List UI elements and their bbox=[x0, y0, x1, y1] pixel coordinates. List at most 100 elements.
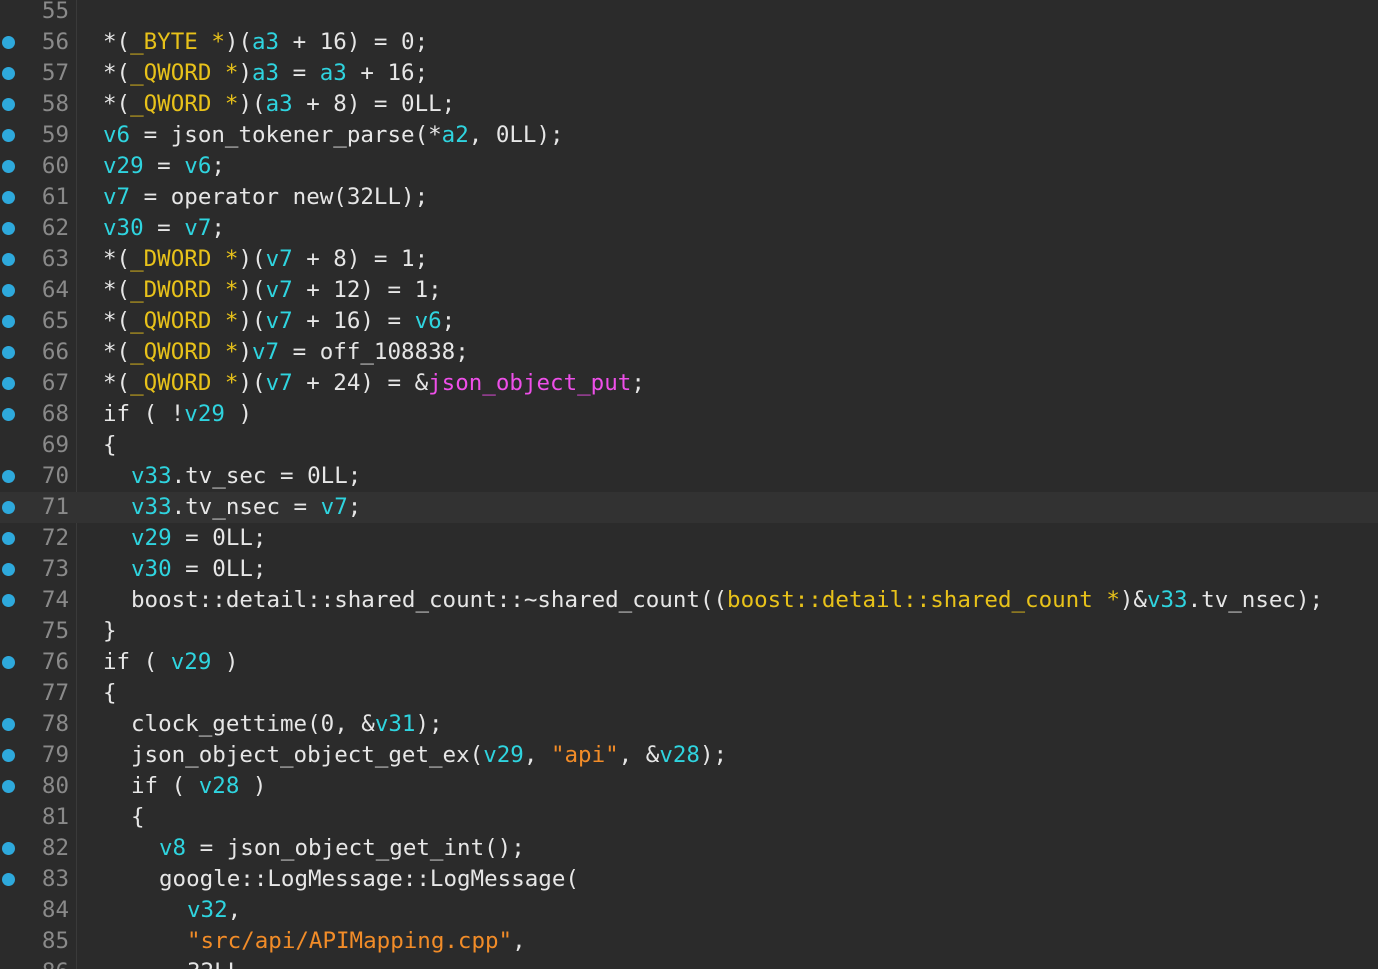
code-token: *( bbox=[103, 339, 131, 365]
code-line[interactable]: 80 if ( v28 ) bbox=[0, 771, 1378, 802]
code-line[interactable]: 70 v33.tv_sec = 0LL; bbox=[0, 461, 1378, 492]
breakpoint-dot-icon[interactable] bbox=[2, 842, 15, 855]
line-number: 62 bbox=[41, 215, 69, 241]
code-token: = bbox=[279, 60, 320, 86]
code-line[interactable]: 86 32LL, bbox=[0, 957, 1378, 969]
code-token: ) bbox=[224, 401, 253, 427]
code-token: , & bbox=[618, 742, 660, 768]
code-line[interactable]: 81 { bbox=[0, 802, 1378, 833]
code-token: ) bbox=[238, 339, 253, 365]
code-line[interactable]: 76 if ( v29 ) bbox=[0, 647, 1378, 678]
code-line[interactable]: 72 v29 = 0LL; bbox=[0, 523, 1378, 554]
code-token: { bbox=[131, 804, 145, 830]
code-line[interactable]: 55 bbox=[0, 0, 1378, 27]
code-line[interactable]: 75} bbox=[0, 616, 1378, 647]
code-token: .tv_nsec = bbox=[171, 494, 321, 520]
breakpoint-dot-icon[interactable] bbox=[2, 408, 15, 421]
line-number: 65 bbox=[41, 308, 69, 334]
breakpoint-dot-icon[interactable] bbox=[2, 718, 15, 731]
breakpoint-dot-icon[interactable] bbox=[2, 377, 15, 390]
breakpoint-dot-icon[interactable] bbox=[2, 98, 15, 111]
line-number: 57 bbox=[41, 60, 69, 86]
breakpoint-dot-icon[interactable] bbox=[2, 191, 15, 204]
code-line[interactable]: 65 *(_QWORD *)(v7 + 16) = v6; bbox=[0, 306, 1378, 337]
code-line[interactable]: 67 *(_QWORD *)(v7 + 24) = &json_object_pu… bbox=[0, 368, 1378, 399]
code-line[interactable]: 62 v30 = v7; bbox=[0, 213, 1378, 244]
code-token: "src/api/APIMapping.cpp" bbox=[187, 928, 513, 954]
breakpoint-dot-icon[interactable] bbox=[2, 67, 15, 80]
code-line[interactable]: 63 *(_DWORD *)(v7 + 8) = 1; bbox=[0, 244, 1378, 275]
code-line[interactable]: 64 *(_DWORD *)(v7 + 12) = 1; bbox=[0, 275, 1378, 306]
code-token: v33 bbox=[131, 494, 172, 520]
code-line[interactable]: 78 clock_gettime(0, &v31); bbox=[0, 709, 1378, 740]
code-token: v8 bbox=[159, 835, 187, 861]
code-token: clock_gettime(0, & bbox=[131, 711, 375, 737]
code-line[interactable]: 60 v29 = v6; bbox=[0, 151, 1378, 182]
code-line[interactable]: 58 *(_QWORD *)(a3 + 8) = 0LL; bbox=[0, 89, 1378, 120]
code-line[interactable]: 82 v8 = json_object_get_int(); bbox=[0, 833, 1378, 864]
code-token: v7 bbox=[320, 494, 348, 520]
code-line[interactable]: 61 v7 = operator new(32LL); bbox=[0, 182, 1378, 213]
code-line[interactable]: 71 v33.tv_nsec = v7; bbox=[0, 492, 1378, 523]
code-token: ; bbox=[347, 494, 362, 520]
line-number: 80 bbox=[41, 773, 69, 799]
code-token: )( bbox=[238, 246, 266, 272]
breakpoint-dot-icon[interactable] bbox=[2, 656, 15, 669]
breakpoint-dot-icon[interactable] bbox=[2, 222, 15, 235]
code-line[interactable]: 85 "src/api/APIMapping.cpp", bbox=[0, 926, 1378, 957]
code-line[interactable]: 57 *(_QWORD *)a3 = a3 + 16; bbox=[0, 58, 1378, 89]
breakpoint-dot-icon[interactable] bbox=[2, 315, 15, 328]
code-token: v30 bbox=[131, 556, 172, 582]
line-number: 58 bbox=[41, 91, 69, 117]
breakpoint-dot-icon[interactable] bbox=[2, 253, 15, 266]
code-line[interactable]: 74 boost::detail::shared_count::~shared_c… bbox=[0, 585, 1378, 616]
code-text: v30 = 0LL; bbox=[131, 554, 266, 585]
breakpoint-dot-icon[interactable] bbox=[2, 501, 15, 514]
code-line[interactable]: 69 { bbox=[0, 430, 1378, 461]
line-number: 79 bbox=[41, 742, 69, 768]
code-text: *(_QWORD *)a3 = a3 + 16; bbox=[103, 58, 428, 89]
code-line[interactable]: 73 v30 = 0LL; bbox=[0, 554, 1378, 585]
breakpoint-dot-icon[interactable] bbox=[2, 284, 15, 297]
breakpoint-dot-icon[interactable] bbox=[2, 532, 15, 545]
code-line[interactable]: 66 *(_QWORD *)v7 = off_108838; bbox=[0, 337, 1378, 368]
line-number: 73 bbox=[41, 556, 69, 582]
code-token: v33 bbox=[1146, 587, 1188, 613]
code-token: ; bbox=[211, 215, 225, 241]
breakpoint-dot-icon[interactable] bbox=[2, 594, 15, 607]
code-line[interactable]: 79 json_object_object_get_ex(v29, "api", … bbox=[0, 740, 1378, 771]
line-number: 63 bbox=[41, 246, 69, 272]
code-token: )( bbox=[238, 370, 266, 396]
breakpoint-dot-icon[interactable] bbox=[2, 563, 15, 576]
code-token: v6 bbox=[184, 153, 212, 179]
breakpoint-dot-icon[interactable] bbox=[2, 470, 15, 483]
code-token: 32LL, bbox=[187, 959, 255, 969]
code-token: a3 bbox=[252, 29, 280, 55]
code-token: v7 bbox=[265, 277, 293, 303]
code-token: *( bbox=[103, 246, 131, 272]
breakpoint-dot-icon[interactable] bbox=[2, 160, 15, 173]
breakpoint-dot-icon[interactable] bbox=[2, 346, 15, 359]
code-token: v33 bbox=[131, 463, 172, 489]
code-token: *( bbox=[103, 370, 131, 396]
code-token: ); bbox=[415, 711, 443, 737]
breakpoint-dot-icon[interactable] bbox=[2, 873, 15, 886]
code-text: v7 = operator new(32LL); bbox=[103, 182, 428, 213]
code-text: *(_QWORD *)(v7 + 16) = v6; bbox=[103, 306, 455, 337]
code-line[interactable]: 83 google::LogMessage::LogMessage( bbox=[0, 864, 1378, 895]
code-line[interactable]: 59 v6 = json_tokener_parse(*a2, 0LL); bbox=[0, 120, 1378, 151]
code-line[interactable]: 77 { bbox=[0, 678, 1378, 709]
code-token: if ( ! bbox=[103, 401, 185, 427]
line-number: 66 bbox=[41, 339, 69, 365]
code-text: v6 = json_tokener_parse(*a2, 0LL); bbox=[103, 120, 564, 151]
line-number: 56 bbox=[41, 29, 69, 55]
code-editor[interactable]: 55 56 *(_BYTE *)(a3 + 16) = 0; 57 *(_QWORD *… bbox=[0, 0, 1378, 969]
code-token: v7 bbox=[265, 246, 293, 272]
breakpoint-dot-icon[interactable] bbox=[2, 749, 15, 762]
breakpoint-dot-icon[interactable] bbox=[2, 780, 15, 793]
code-line[interactable]: 84 v32, bbox=[0, 895, 1378, 926]
code-line[interactable]: 68 if ( !v29 ) bbox=[0, 399, 1378, 430]
breakpoint-dot-icon[interactable] bbox=[2, 129, 15, 142]
breakpoint-dot-icon[interactable] bbox=[2, 36, 15, 49]
code-line[interactable]: 56 *(_BYTE *)(a3 + 16) = 0; bbox=[0, 27, 1378, 58]
